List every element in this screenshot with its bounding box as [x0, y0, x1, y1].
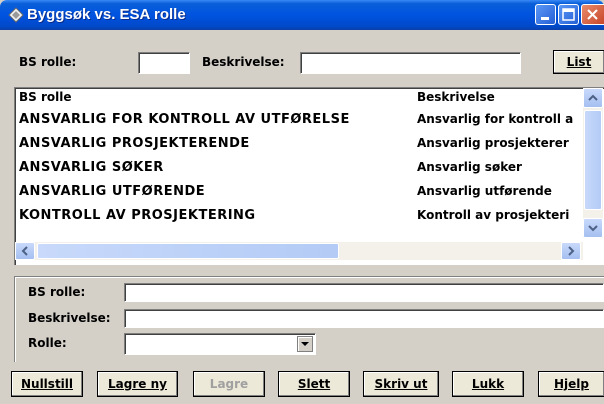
- minimize-button[interactable]: [535, 4, 556, 25]
- beskrivelse-detail-input[interactable]: [124, 309, 604, 328]
- horizontal-scroll-thumb[interactable]: [37, 243, 339, 259]
- scroll-up-button[interactable]: [583, 88, 603, 108]
- rolle-detail-label: Rolle:: [28, 336, 67, 350]
- beskrivelse-search-input[interactable]: [300, 52, 521, 74]
- arrow-right-icon: [568, 246, 575, 256]
- list-cell-beskrivelse: Ansvarlig for kontroll a: [417, 112, 574, 126]
- arrow-down-icon: [588, 225, 598, 232]
- lukk-button[interactable]: Lukk: [452, 371, 524, 397]
- list-cell-rolle: ANSVARLIG PROSJEKTERENDE: [19, 136, 250, 151]
- list-row[interactable]: ANSVARLIG FOR KONTROLL AV UTFØRELSE Ansv…: [19, 112, 579, 136]
- window-title: Byggsøk vs. ESA rolle: [27, 6, 186, 23]
- scroll-right-button[interactable]: [561, 242, 581, 260]
- bs-rolle-search-label: BS rolle:: [19, 55, 77, 69]
- lagre-ny-button[interactable]: Lagre ny: [97, 371, 178, 397]
- arrow-left-icon: [21, 246, 28, 256]
- slett-button[interactable]: Slett: [278, 371, 350, 397]
- list-cell-rolle: ANSVARLIG SØKER: [19, 160, 164, 175]
- list-row[interactable]: ANSVARLIG UTFØRENDE Ansvarlig utførende: [19, 184, 579, 208]
- beskrivelse-detail-label: Beskrivelse:: [28, 311, 111, 325]
- list-row[interactable]: ANSVARLIG PROSJEKTERENDE Ansvarlig prosj…: [19, 136, 579, 160]
- nullstill-button[interactable]: Nullstill: [11, 371, 83, 397]
- close-button[interactable]: [581, 4, 604, 25]
- list-cell-rolle: ANSVARLIG UTFØRENDE: [19, 184, 206, 199]
- list-cell-beskrivelse: Ansvarlig prosjekterer: [417, 136, 569, 150]
- rolle-select[interactable]: [124, 333, 316, 355]
- dropdown-button[interactable]: [297, 336, 313, 352]
- dropdown-arrow-icon: [301, 342, 309, 346]
- maximize-icon: [562, 8, 575, 21]
- list-cell-beskrivelse: Kontroll av prosjekteri: [417, 208, 570, 222]
- scroll-down-button[interactable]: [583, 218, 603, 238]
- diamond-app-icon: [8, 7, 24, 23]
- list-button[interactable]: List: [553, 50, 604, 74]
- bs-rolle-search-input[interactable]: [138, 52, 190, 74]
- bs-rolle-detail-input[interactable]: [124, 283, 604, 302]
- role-list[interactable]: BS rolle Beskrivelse ANSVARLIG FOR KONTR…: [14, 87, 604, 265]
- horizontal-scrollbar[interactable]: [15, 242, 583, 260]
- lagre-button[interactable]: Lagre: [193, 371, 265, 397]
- column-header-bs-rolle[interactable]: BS rolle: [19, 90, 72, 104]
- bs-rolle-detail-label: BS rolle:: [28, 285, 86, 299]
- list-cell-rolle: ANSVARLIG FOR KONTROLL AV UTFØRELSE: [19, 112, 350, 127]
- column-header-beskrivelse[interactable]: Beskrivelse: [417, 90, 495, 104]
- list-row[interactable]: ANSVARLIG SØKER Ansvarlig søker: [19, 160, 579, 184]
- minimize-icon: [541, 17, 549, 20]
- list-cell-rolle: KONTROLL AV PROSJEKTERING: [19, 208, 256, 223]
- hjelp-button[interactable]: Hjelp: [538, 371, 604, 397]
- list-cell-beskrivelse: Ansvarlig utførende: [417, 184, 552, 198]
- list-row[interactable]: KONTROLL AV PROSJEKTERING Kontroll av pr…: [19, 208, 579, 232]
- maximize-button[interactable]: [558, 4, 579, 25]
- title-bar[interactable]: Byggsøk vs. ESA rolle: [0, 0, 604, 30]
- vertical-scroll-thumb[interactable]: [584, 110, 602, 210]
- close-icon: [587, 9, 598, 20]
- list-cell-beskrivelse: Ansvarlig søker: [417, 160, 522, 174]
- arrow-up-icon: [588, 94, 598, 101]
- beskrivelse-search-label: Beskrivelse:: [202, 55, 285, 69]
- vertical-scrollbar[interactable]: [583, 88, 603, 238]
- scroll-left-button[interactable]: [15, 242, 35, 260]
- skriv-ut-button[interactable]: Skriv ut: [363, 371, 439, 397]
